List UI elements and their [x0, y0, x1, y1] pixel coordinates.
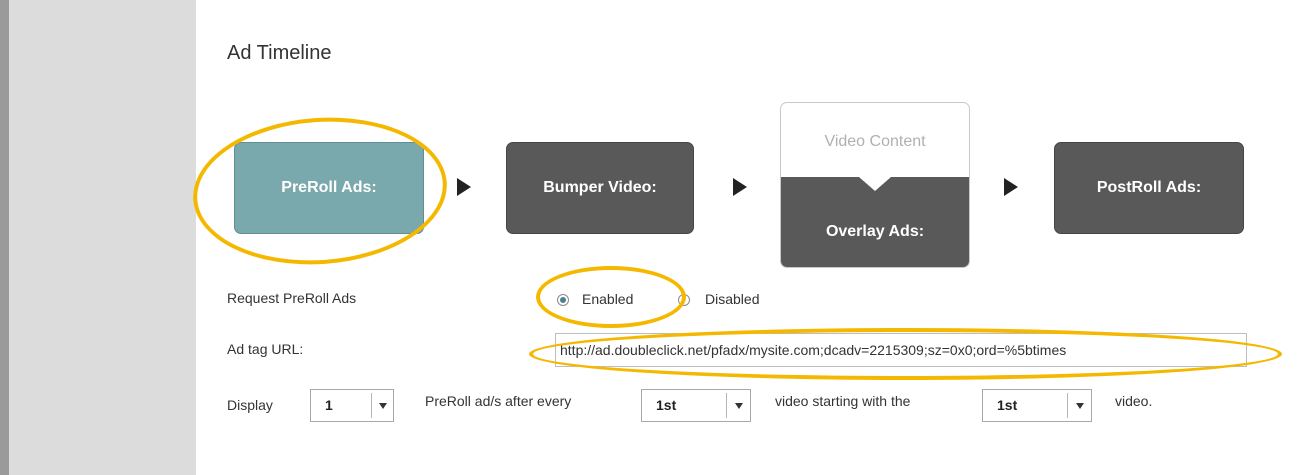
- starting-with-label: video starting with the: [775, 393, 911, 409]
- select-divider: [726, 393, 727, 418]
- ad-count-select[interactable]: 1: [310, 389, 394, 422]
- select-divider: [371, 393, 372, 418]
- ad-count-value: 1: [325, 397, 333, 413]
- request-preroll-label: Request PreRoll Ads: [227, 290, 357, 306]
- left-edge-bar: [0, 0, 9, 475]
- arrow-right-icon: [733, 178, 747, 196]
- notch-icon: [859, 177, 891, 191]
- bumper-video-label: Bumper Video:: [543, 179, 657, 196]
- postroll-ads-stage[interactable]: PostRoll Ads:: [1054, 142, 1244, 234]
- enabled-radio[interactable]: [557, 294, 569, 306]
- select-divider: [1067, 393, 1068, 418]
- video-content-stage[interactable]: Video Content Overlay Ads:: [780, 102, 970, 268]
- enabled-label[interactable]: Enabled: [582, 291, 633, 307]
- every-select[interactable]: 1st: [641, 389, 751, 422]
- ad-tag-url-label: Ad tag URL:: [227, 341, 304, 357]
- overlay-ads-stage[interactable]: Overlay Ads:: [781, 177, 969, 267]
- video-suffix-label: video.: [1115, 393, 1153, 409]
- disabled-radio[interactable]: [678, 294, 690, 306]
- chevron-down-icon[interactable]: [379, 403, 387, 409]
- postroll-ads-label: PostRoll Ads:: [1096, 179, 1202, 196]
- starting-value: 1st: [997, 397, 1018, 413]
- disabled-label[interactable]: Disabled: [705, 291, 759, 307]
- page-title: Ad Timeline: [227, 42, 332, 64]
- sidebar: [9, 0, 196, 475]
- after-every-label: PreRoll ad/s after every: [425, 393, 572, 409]
- arrow-right-icon: [457, 178, 471, 196]
- ad-tag-url-input[interactable]: [555, 333, 1247, 367]
- preroll-ads-stage[interactable]: PreRoll Ads:: [234, 142, 424, 234]
- overlay-ads-label: Overlay Ads:: [825, 223, 925, 240]
- chevron-down-icon[interactable]: [1076, 403, 1084, 409]
- arrow-right-icon: [1004, 178, 1018, 196]
- display-label: Display: [227, 397, 273, 413]
- chevron-down-icon[interactable]: [735, 403, 743, 409]
- starting-select[interactable]: 1st: [982, 389, 1092, 422]
- bumper-video-stage[interactable]: Bumper Video:: [506, 142, 694, 234]
- every-value: 1st: [656, 397, 677, 413]
- preroll-ads-label: PreRoll Ads:: [281, 179, 377, 196]
- video-content-label: Video Content: [824, 133, 926, 150]
